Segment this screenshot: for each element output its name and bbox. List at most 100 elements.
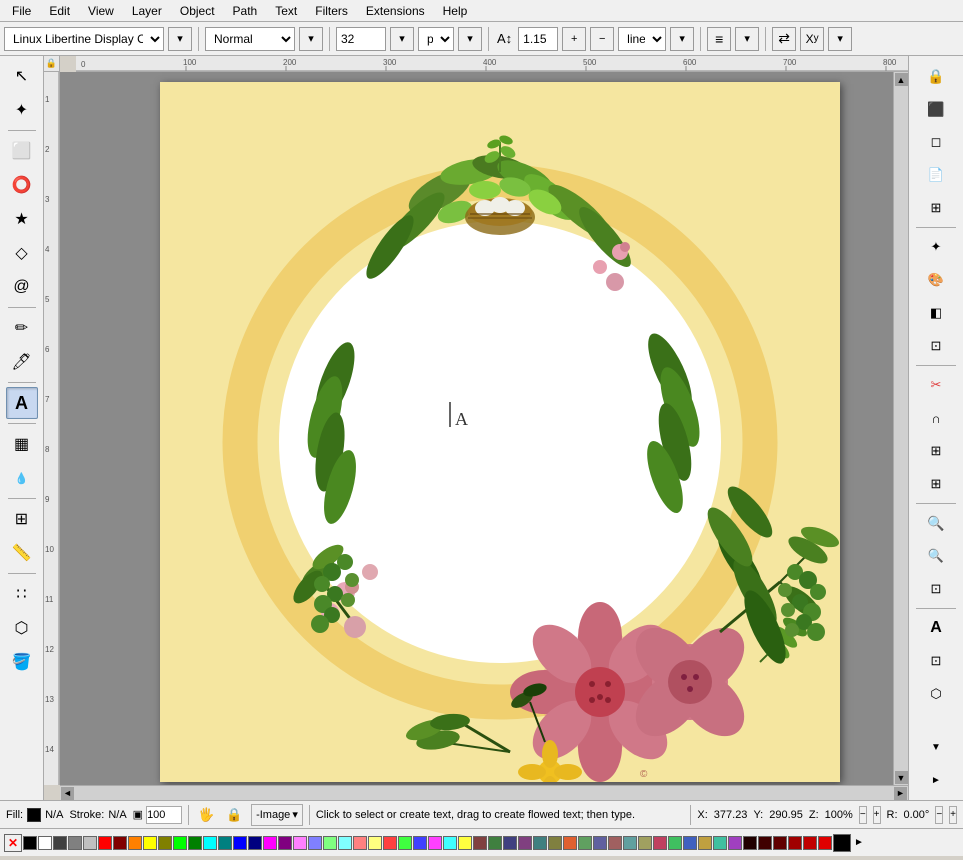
tool-spiral[interactable]: @	[6, 271, 38, 303]
tool-calligraphy[interactable]: 🖊	[6, 346, 38, 378]
snap-export-btn[interactable]: ⊞	[920, 435, 952, 467]
tool-3d[interactable]: ◇	[6, 237, 38, 269]
text-align-dropdown[interactable]: ▾	[735, 27, 759, 51]
font-size-dropdown[interactable]: ▾	[390, 27, 414, 51]
image-dropdown-icon[interactable]: ▾	[292, 808, 298, 821]
palette-coral[interactable]	[383, 836, 397, 850]
palette-medgreen[interactable]	[398, 836, 412, 850]
drawing-canvas[interactable]: A ©	[160, 82, 840, 782]
palette-cornflower[interactable]	[413, 836, 427, 850]
horizontal-scrollbar[interactable]: ◄ ►	[60, 785, 908, 800]
palette-orange[interactable]	[128, 836, 142, 850]
tool-spray[interactable]: ∷	[6, 578, 38, 610]
palette-e1[interactable]	[743, 836, 757, 850]
palette-lightcyan[interactable]	[338, 836, 352, 850]
canvas-container[interactable]: A ©	[60, 72, 893, 785]
palette-teal[interactable]	[218, 836, 232, 850]
palette-black[interactable]	[23, 836, 37, 850]
palette-khaki[interactable]	[458, 836, 472, 850]
font-unit-dropdown[interactable]: ▾	[458, 27, 482, 51]
line-height-dec[interactable]: −	[590, 27, 614, 51]
palette-c8[interactable]	[668, 836, 682, 850]
scroll-down-btn[interactable]: ▼	[895, 771, 908, 784]
menu-text[interactable]: Text	[267, 2, 305, 20]
palette-magenta[interactable]	[263, 836, 277, 850]
zoom-inc-btn[interactable]: +	[873, 806, 881, 824]
palette-e6[interactable]	[818, 836, 832, 850]
snap-color-btn[interactable]: 🎨	[920, 264, 952, 296]
palette-e3[interactable]	[773, 836, 787, 850]
palette-e5[interactable]	[803, 836, 817, 850]
tool-star[interactable]: ★	[6, 203, 38, 235]
tool-rectangle[interactable]: ⬜	[6, 135, 38, 167]
palette-c2[interactable]	[578, 836, 592, 850]
palette-c9[interactable]	[683, 836, 697, 850]
no-fill-btn[interactable]: ✕	[4, 834, 22, 852]
palette-c3[interactable]	[593, 836, 607, 850]
palette-cyan[interactable]	[203, 836, 217, 850]
snap-symbols-btn[interactable]: ◧	[920, 297, 952, 329]
palette-c12[interactable]	[728, 836, 742, 850]
palette-c11[interactable]	[713, 836, 727, 850]
zoom-dec-btn[interactable]: −	[859, 806, 867, 824]
palette-olive[interactable]	[158, 836, 172, 850]
zoom-plus-btn[interactable]: 🔍	[920, 507, 952, 539]
palette-black-end[interactable]	[833, 834, 851, 852]
zoom-minus-btn[interactable]: 🔍	[920, 540, 952, 572]
palette-darkgray[interactable]	[53, 836, 67, 850]
tool-selector[interactable]: ↖	[6, 60, 38, 92]
font-family-dropdown[interactable]: ▾	[168, 27, 192, 51]
palette-e2[interactable]	[758, 836, 772, 850]
menu-view[interactable]: View	[80, 2, 122, 20]
more-options-btn[interactable]: ▾	[828, 27, 852, 51]
menu-layer[interactable]: Layer	[124, 2, 170, 20]
palette-plum[interactable]	[518, 836, 532, 850]
lock-status-btn[interactable]: 🔒	[223, 804, 245, 826]
stroke-indicator[interactable]: Stroke: N/A	[69, 809, 126, 821]
snap-bbox-btn[interactable]: ◻	[920, 126, 952, 158]
line-height-input[interactable]	[518, 27, 558, 51]
export-panel-btn[interactable]: ⊡	[920, 645, 952, 677]
snap-grid-btn[interactable]: ⊞	[920, 468, 952, 500]
scroll-up-btn[interactable]: ▲	[895, 73, 908, 86]
tool-text[interactable]: A	[6, 387, 38, 419]
image-selector[interactable]: -Image ▾	[251, 804, 303, 826]
palette-scroll-right[interactable]: ►	[854, 837, 864, 848]
text-chars-btn[interactable]: A	[920, 612, 952, 644]
snap-node-btn[interactable]: ⬛	[920, 93, 952, 125]
palette-lavender[interactable]	[308, 836, 322, 850]
palette-brown[interactable]	[473, 836, 487, 850]
menu-filters[interactable]: Filters	[307, 2, 356, 20]
palette-white[interactable]	[38, 836, 52, 850]
palette-violet[interactable]	[428, 836, 442, 850]
snap-align-btn[interactable]: ⊞	[920, 192, 952, 224]
snap-more-btn[interactable]: ⊡	[920, 330, 952, 362]
tool-node[interactable]: ✦	[6, 94, 38, 126]
snap-page-btn[interactable]: 📄	[920, 159, 952, 191]
palette-yellow[interactable]	[143, 836, 157, 850]
tool-pencil[interactable]: ✏	[6, 312, 38, 344]
rotate-dec-btn[interactable]: −	[935, 806, 943, 824]
opacity-control[interactable]: ▣	[133, 806, 182, 824]
snap-path-btn[interactable]: ✂	[920, 369, 952, 401]
palette-c10[interactable]	[698, 836, 712, 850]
palette-gray[interactable]	[68, 836, 82, 850]
palette-c7[interactable]	[653, 836, 667, 850]
palette-lightyellow[interactable]	[368, 836, 382, 850]
font-size-input[interactable]	[336, 27, 386, 51]
menu-path[interactable]: Path	[225, 2, 266, 20]
font-unit-select[interactable]: pt	[418, 27, 454, 51]
zoom-fit-btn[interactable]: ⊡	[920, 573, 952, 605]
tool-dropper[interactable]: 💧	[6, 462, 38, 494]
palette-c5[interactable]	[623, 836, 637, 850]
palette-blue[interactable]	[233, 836, 247, 850]
font-style-select[interactable]: Normal	[205, 27, 295, 51]
flip-btn[interactable]: ⇄	[772, 27, 796, 51]
text-align-btn[interactable]: ≡	[707, 27, 731, 51]
opacity-input[interactable]	[146, 806, 182, 824]
palette-lime[interactable]	[173, 836, 187, 850]
tool-paint[interactable]: 🪣	[6, 646, 38, 678]
palette-indigo[interactable]	[503, 836, 517, 850]
snap-lock-btn[interactable]: 🔒	[920, 60, 952, 92]
font-family-select[interactable]: Linux Libertine Display O	[4, 27, 164, 51]
